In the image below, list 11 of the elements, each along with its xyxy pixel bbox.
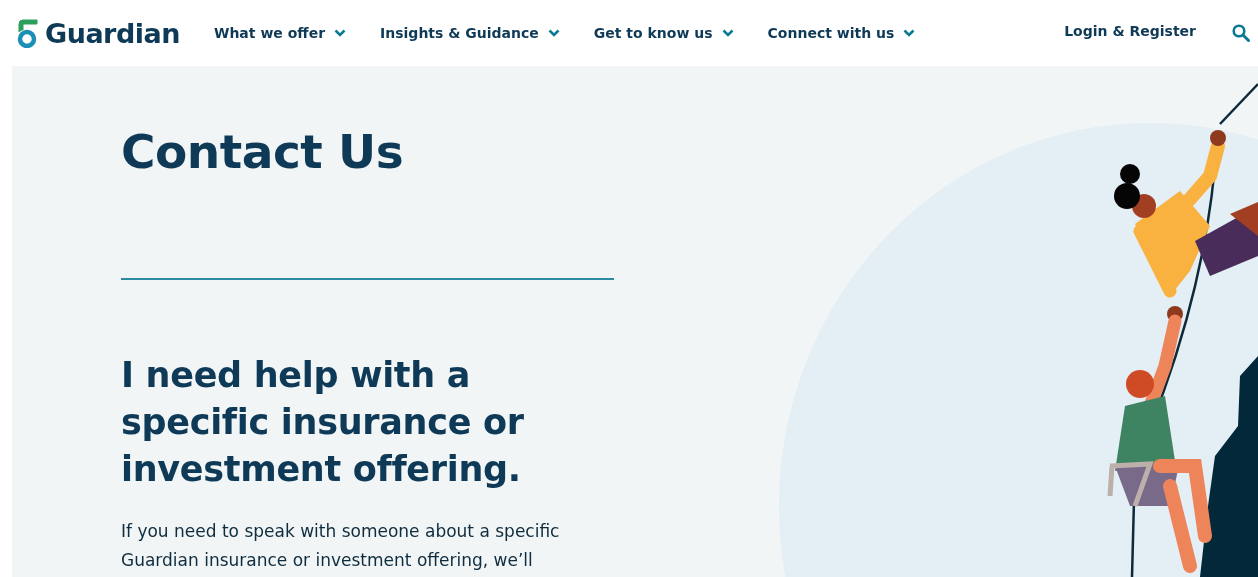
page-title: Contact Us <box>121 124 405 181</box>
guardian-logo-icon[interactable] <box>15 18 39 48</box>
nav-menu-item[interactable]: Insights & Guidance <box>380 25 560 41</box>
brand-name[interactable]: Guardian <box>45 17 180 49</box>
body-paragraph: If you need to speak with someone about a specific Guardian insurance or investment offering, we’ll <box>121 520 561 572</box>
nav-menu-item[interactable]: What we offer <box>213 25 347 41</box>
nav-menu-item[interactable]: Get to know us <box>593 25 734 41</box>
login-register-link[interactable]: Login & Register <box>1064 23 1196 39</box>
section-heading: I need help with a specific insurance or investment offering. <box>121 354 525 491</box>
search-icon[interactable] <box>1232 24 1250 42</box>
nav-menu-item[interactable]: Connect with us <box>767 25 916 41</box>
